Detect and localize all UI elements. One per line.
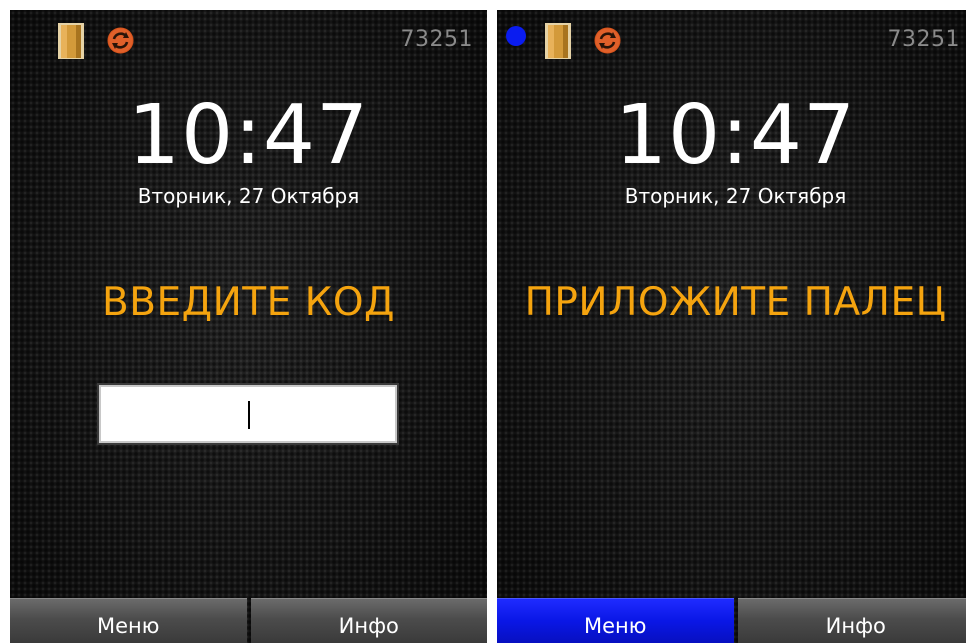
menu-button-label: Меню [584,614,647,638]
sync-icon [594,27,621,54]
door-icon [545,23,571,59]
screen-fingerprint: 73251 10:47 Вторник, 27 Октября ПРИЛОЖИТ… [497,10,966,643]
place-finger-prompt: ПРИЛОЖИТЕ ПАЛЕЦ [524,280,947,325]
text-caret [248,401,250,429]
menu-button[interactable]: Меню [10,598,247,643]
menu-button[interactable]: Меню [497,598,734,643]
menu-button-label: Меню [97,614,160,638]
clock-time: 10:47 [614,88,857,183]
clock-time: 10:47 [127,88,370,183]
status-dot-indicator [506,26,526,46]
info-button-label: Инфо [338,614,399,638]
device-id: 73251 [887,27,960,52]
softkey-bar: Меню Инфо [10,598,487,643]
info-button-label: Инфо [825,614,886,638]
door-icon [58,23,84,59]
date-label: Вторник, 27 Октября [137,184,360,208]
screen-code-entry: 73251 10:47 Вторник, 27 Октября ВВЕДИТЕ … [10,10,487,643]
sync-icon [107,27,134,54]
info-button[interactable]: Инфо [737,598,966,643]
code-input[interactable] [97,383,399,445]
enter-code-prompt: ВВЕДИТЕ КОД [101,280,395,325]
device-id: 73251 [400,27,473,52]
softkey-bar: Меню Инфо [497,598,966,643]
info-button[interactable]: Инфо [250,598,487,643]
date-label: Вторник, 27 Октября [624,184,847,208]
